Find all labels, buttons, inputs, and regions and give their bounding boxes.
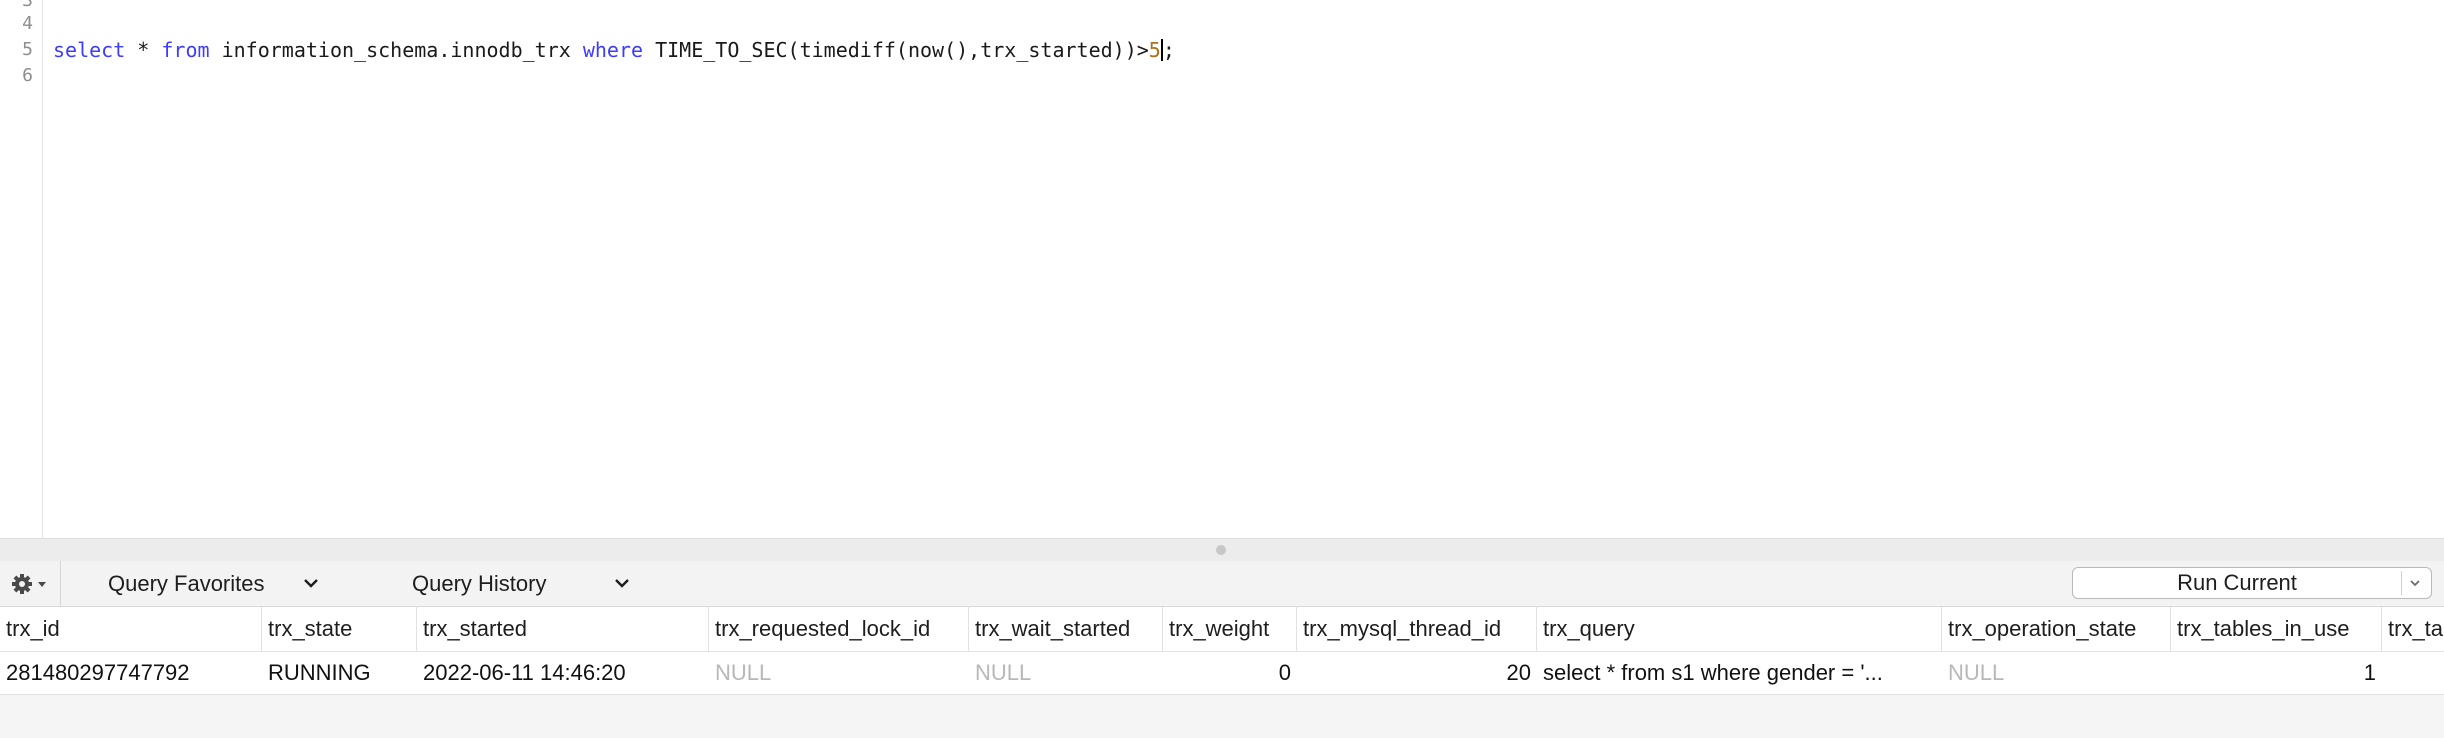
chevron-down-icon[interactable] <box>2407 575 2423 591</box>
cell-trx-ta[interactable] <box>2382 652 2444 694</box>
table-row[interactable]: 281480297747792 RUNNING 2022-06-11 14:46… <box>0 651 2444 695</box>
column-header-trx-state[interactable]: trx_state <box>262 607 417 651</box>
gear-icon <box>12 574 46 594</box>
cell-trx-tables-in-use[interactable]: 1 <box>2171 652 2382 694</box>
chevron-down-icon <box>615 579 629 588</box>
code-text: * <box>125 38 162 62</box>
sql-code-line[interactable]: select * from information_schema.innodb_… <box>53 37 1175 63</box>
line-number: 4 <box>22 13 33 34</box>
query-history-label: Query History <box>412 571 547 596</box>
cell-trx-wait-started[interactable]: NULL <box>969 652 1163 694</box>
keyword-select: select <box>53 38 126 62</box>
cell-trx-operation-state[interactable]: NULL <box>1942 652 2171 694</box>
column-header-trx-ta[interactable]: trx_ta <box>2382 607 2444 651</box>
run-current-button[interactable]: Run Current <box>2072 567 2432 599</box>
gear-menu-button[interactable] <box>0 561 61 606</box>
sql-editor[interactable]: 3 4 5 6 select * from information_schema… <box>0 0 2444 538</box>
results-header-row: trx_id trx_state trx_started trx_request… <box>0 607 2444 651</box>
cell-trx-state[interactable]: RUNNING <box>262 652 417 694</box>
run-current-label: Run Current <box>2177 570 2297 595</box>
column-header-trx-started[interactable]: trx_started <box>417 607 709 651</box>
cell-trx-mysql-thread-id[interactable]: 20 <box>1297 652 1537 694</box>
column-header-trx-operation-state[interactable]: trx_operation_state <box>1942 607 2171 651</box>
cell-trx-weight[interactable]: 0 <box>1163 652 1297 694</box>
column-header-trx-mysql-thread-id[interactable]: trx_mysql_thread_id <box>1297 607 1537 651</box>
keyword-from: from <box>161 38 210 62</box>
line-number: 5 <box>22 39 33 60</box>
keyword-where: where <box>582 38 644 62</box>
cell-trx-id[interactable]: 281480297747792 <box>0 652 262 694</box>
run-button-divider <box>2401 571 2402 595</box>
splitter-handle[interactable] <box>1216 545 1226 555</box>
chevron-down-icon <box>304 579 318 588</box>
query-history-dropdown[interactable]: Query History <box>412 561 642 606</box>
results-grid: trx_id trx_state trx_started trx_request… <box>0 607 2444 738</box>
code-text: information_schema.innodb_trx <box>209 38 583 62</box>
column-header-trx-requested-lock-id[interactable]: trx_requested_lock_id <box>709 607 969 651</box>
pane-splitter[interactable] <box>0 538 2444 561</box>
cell-trx-requested-lock-id[interactable]: NULL <box>709 652 969 694</box>
query-window: 3 4 5 6 select * from information_schema… <box>0 0 2444 738</box>
code-text: TIME_TO_SEC(timediff(now(),trx_started))… <box>643 38 1149 62</box>
line-number: 6 <box>22 65 33 86</box>
column-header-trx-weight[interactable]: trx_weight <box>1163 607 1297 651</box>
code-text: ; <box>1162 38 1175 62</box>
column-header-trx-id[interactable]: trx_id <box>0 607 262 651</box>
column-header-trx-tables-in-use[interactable]: trx_tables_in_use <box>2171 607 2382 651</box>
column-header-trx-wait-started[interactable]: trx_wait_started <box>969 607 1163 651</box>
number-literal: 5 <box>1148 38 1161 62</box>
cell-trx-query[interactable]: select * from s1 where gender = '... <box>1537 652 1942 694</box>
query-toolbar: Query Favorites Query History Run Curren… <box>0 561 2444 607</box>
query-favorites-dropdown[interactable]: Query Favorites <box>108 561 338 606</box>
query-favorites-label: Query Favorites <box>108 571 265 596</box>
line-number-gutter: 3 4 5 6 <box>0 0 43 538</box>
cell-trx-started[interactable]: 2022-06-11 14:46:20 <box>417 652 709 694</box>
column-header-trx-query[interactable]: trx_query <box>1537 607 1942 651</box>
